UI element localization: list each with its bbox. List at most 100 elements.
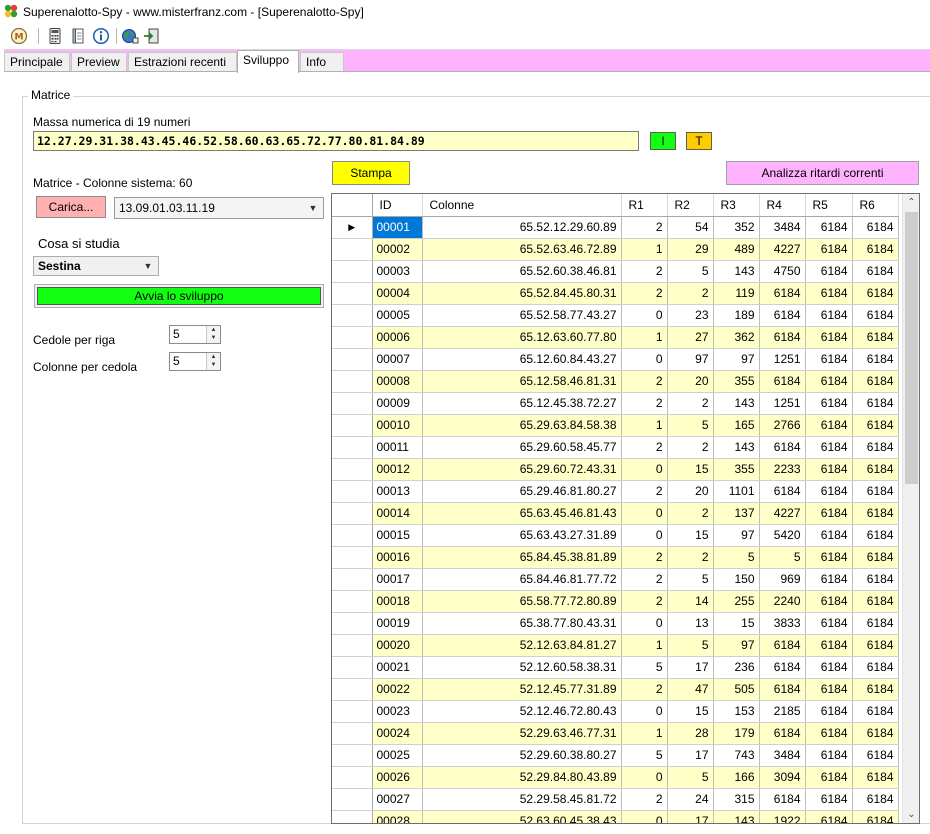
cell-colonne[interactable]: 65.29.63.84.58.38: [422, 414, 622, 437]
cell-r4[interactable]: 6184: [759, 480, 806, 503]
cell-r3[interactable]: 97: [713, 348, 760, 371]
row-header[interactable]: [332, 722, 373, 745]
row-header[interactable]: [332, 392, 373, 415]
cell-r2[interactable]: 23: [667, 304, 714, 327]
cell-id[interactable]: 00006: [372, 326, 423, 349]
row-header[interactable]: [332, 634, 373, 657]
cell-r4[interactable]: 6184: [759, 370, 806, 393]
cell-r5[interactable]: 6184: [805, 568, 853, 591]
t-button[interactable]: T: [686, 132, 712, 150]
cell-r5[interactable]: 6184: [805, 436, 853, 459]
cell-r2[interactable]: 17: [667, 744, 714, 767]
cell-r2[interactable]: 27: [667, 326, 714, 349]
cell-r4[interactable]: 1251: [759, 348, 806, 371]
cell-r6[interactable]: 6184: [852, 590, 899, 613]
cell-colonne[interactable]: 65.12.45.38.72.27: [422, 392, 622, 415]
row-header[interactable]: ▶: [332, 216, 373, 239]
cell-id[interactable]: 00014: [372, 502, 423, 525]
cell-r6[interactable]: 6184: [852, 678, 899, 701]
cell-r2[interactable]: 29: [667, 238, 714, 261]
cell-id[interactable]: 00015: [372, 524, 423, 547]
cell-colonne[interactable]: 65.29.60.72.43.31: [422, 458, 622, 481]
column-header-r3[interactable]: R3: [713, 194, 760, 217]
cell-r3[interactable]: 355: [713, 370, 760, 393]
cell-r1[interactable]: 5: [621, 744, 668, 767]
cell-colonne[interactable]: 65.52.63.46.72.89: [422, 238, 622, 261]
cell-r3[interactable]: 143: [713, 392, 760, 415]
cell-id[interactable]: 00008: [372, 370, 423, 393]
cell-r6[interactable]: 6184: [852, 260, 899, 283]
cell-colonne[interactable]: 52.12.45.77.31.89: [422, 678, 622, 701]
cell-r3[interactable]: 255: [713, 590, 760, 613]
cell-r3[interactable]: 166: [713, 766, 760, 789]
cell-r6[interactable]: 6184: [852, 348, 899, 371]
cell-r1[interactable]: 2: [621, 282, 668, 305]
cell-r3[interactable]: 743: [713, 744, 760, 767]
column-header-id[interactable]: ID: [372, 194, 423, 217]
cell-r5[interactable]: 6184: [805, 700, 853, 723]
tab-principale[interactable]: Principale: [4, 52, 70, 72]
table-row[interactable]: 00022 52.12.45.77.31.89 2 47 505 6184 6184 6184: [332, 678, 899, 701]
column-header-r1[interactable]: R1: [621, 194, 668, 217]
row-header[interactable]: [332, 700, 373, 723]
cell-r3[interactable]: 355: [713, 458, 760, 481]
row-header[interactable]: [332, 304, 373, 327]
cell-id[interactable]: 00022: [372, 678, 423, 701]
scroll-up-icon[interactable]: ⌃: [903, 194, 919, 211]
globe-icon[interactable]: [121, 27, 139, 45]
stepper-up-icon[interactable]: ▲: [207, 353, 220, 361]
cell-r4[interactable]: 6184: [759, 282, 806, 305]
avvia-sviluppo-button[interactable]: Avvia lo sviluppo: [34, 284, 324, 308]
cell-r4[interactable]: 5420: [759, 524, 806, 547]
cell-r6[interactable]: 6184: [852, 524, 899, 547]
cell-r3[interactable]: 1101: [713, 480, 760, 503]
column-header-r4[interactable]: R4: [759, 194, 806, 217]
cell-r4[interactable]: 4227: [759, 238, 806, 261]
cell-r5[interactable]: 6184: [805, 304, 853, 327]
cell-r5[interactable]: 6184: [805, 502, 853, 525]
cell-r3[interactable]: 189: [713, 304, 760, 327]
cell-id[interactable]: 00026: [372, 766, 423, 789]
table-row[interactable]: 00018 65.58.77.72.80.89 2 14 255 2240 6184 6184: [332, 590, 899, 613]
cell-r4[interactable]: 969: [759, 568, 806, 591]
column-header-colonne[interactable]: Colonne: [422, 194, 622, 217]
column-header-r6[interactable]: R6: [852, 194, 899, 217]
table-row[interactable]: 00011 65.29.60.58.45.77 2 2 143 6184 6184 6184: [332, 436, 899, 459]
cell-r3[interactable]: 143: [713, 436, 760, 459]
cell-r1[interactable]: 2: [621, 568, 668, 591]
cell-r5[interactable]: 6184: [805, 546, 853, 569]
cell-colonne[interactable]: 65.38.77.80.43.31: [422, 612, 622, 635]
cell-r3[interactable]: 153: [713, 700, 760, 723]
cell-r1[interactable]: 1: [621, 326, 668, 349]
cell-id[interactable]: 00012: [372, 458, 423, 481]
cell-r4[interactable]: 2233: [759, 458, 806, 481]
stepper-down-icon[interactable]: ▼: [207, 361, 220, 369]
cell-id[interactable]: 00023: [372, 700, 423, 723]
cell-r5[interactable]: 6184: [805, 524, 853, 547]
table-row[interactable]: 00028 52.63.60.45.38.43 0 17 143 1922 6184 6184: [332, 810, 899, 823]
cell-r6[interactable]: 6184: [852, 744, 899, 767]
table-row[interactable]: 00016 65.84.45.38.81.89 2 2 5 5 6184 6184: [332, 546, 899, 569]
table-row[interactable]: ▶ 00001 65.52.12.29.60.89 2 54 352 3484 6184 618…: [332, 216, 899, 239]
scroll-down-icon[interactable]: ⌄: [903, 806, 919, 823]
cell-r6[interactable]: 6184: [852, 546, 899, 569]
cell-r5[interactable]: 6184: [805, 370, 853, 393]
cell-r6[interactable]: 6184: [852, 216, 899, 239]
cell-id[interactable]: 00018: [372, 590, 423, 613]
cell-r6[interactable]: 6184: [852, 502, 899, 525]
calculator-icon[interactable]: [46, 27, 64, 45]
table-row[interactable]: 00019 65.38.77.80.43.31 0 13 15 3833 6184 6184: [332, 612, 899, 635]
cell-colonne[interactable]: 65.52.60.38.46.81: [422, 260, 622, 283]
row-header[interactable]: [332, 568, 373, 591]
table-row[interactable]: 00012 65.29.60.72.43.31 0 15 355 2233 6184 6184: [332, 458, 899, 481]
cell-r2[interactable]: 28: [667, 722, 714, 745]
cell-r4[interactable]: 6184: [759, 656, 806, 679]
row-header[interactable]: [332, 744, 373, 767]
row-header[interactable]: [332, 546, 373, 569]
cell-r1[interactable]: 1: [621, 238, 668, 261]
cell-r1[interactable]: 0: [621, 502, 668, 525]
cell-r6[interactable]: 6184: [852, 304, 899, 327]
grid-vertical-scrollbar[interactable]: ⌃ ⌄: [902, 194, 919, 823]
stampa-button[interactable]: Stampa: [332, 161, 410, 185]
cell-colonne[interactable]: 52.12.46.72.80.43: [422, 700, 622, 723]
